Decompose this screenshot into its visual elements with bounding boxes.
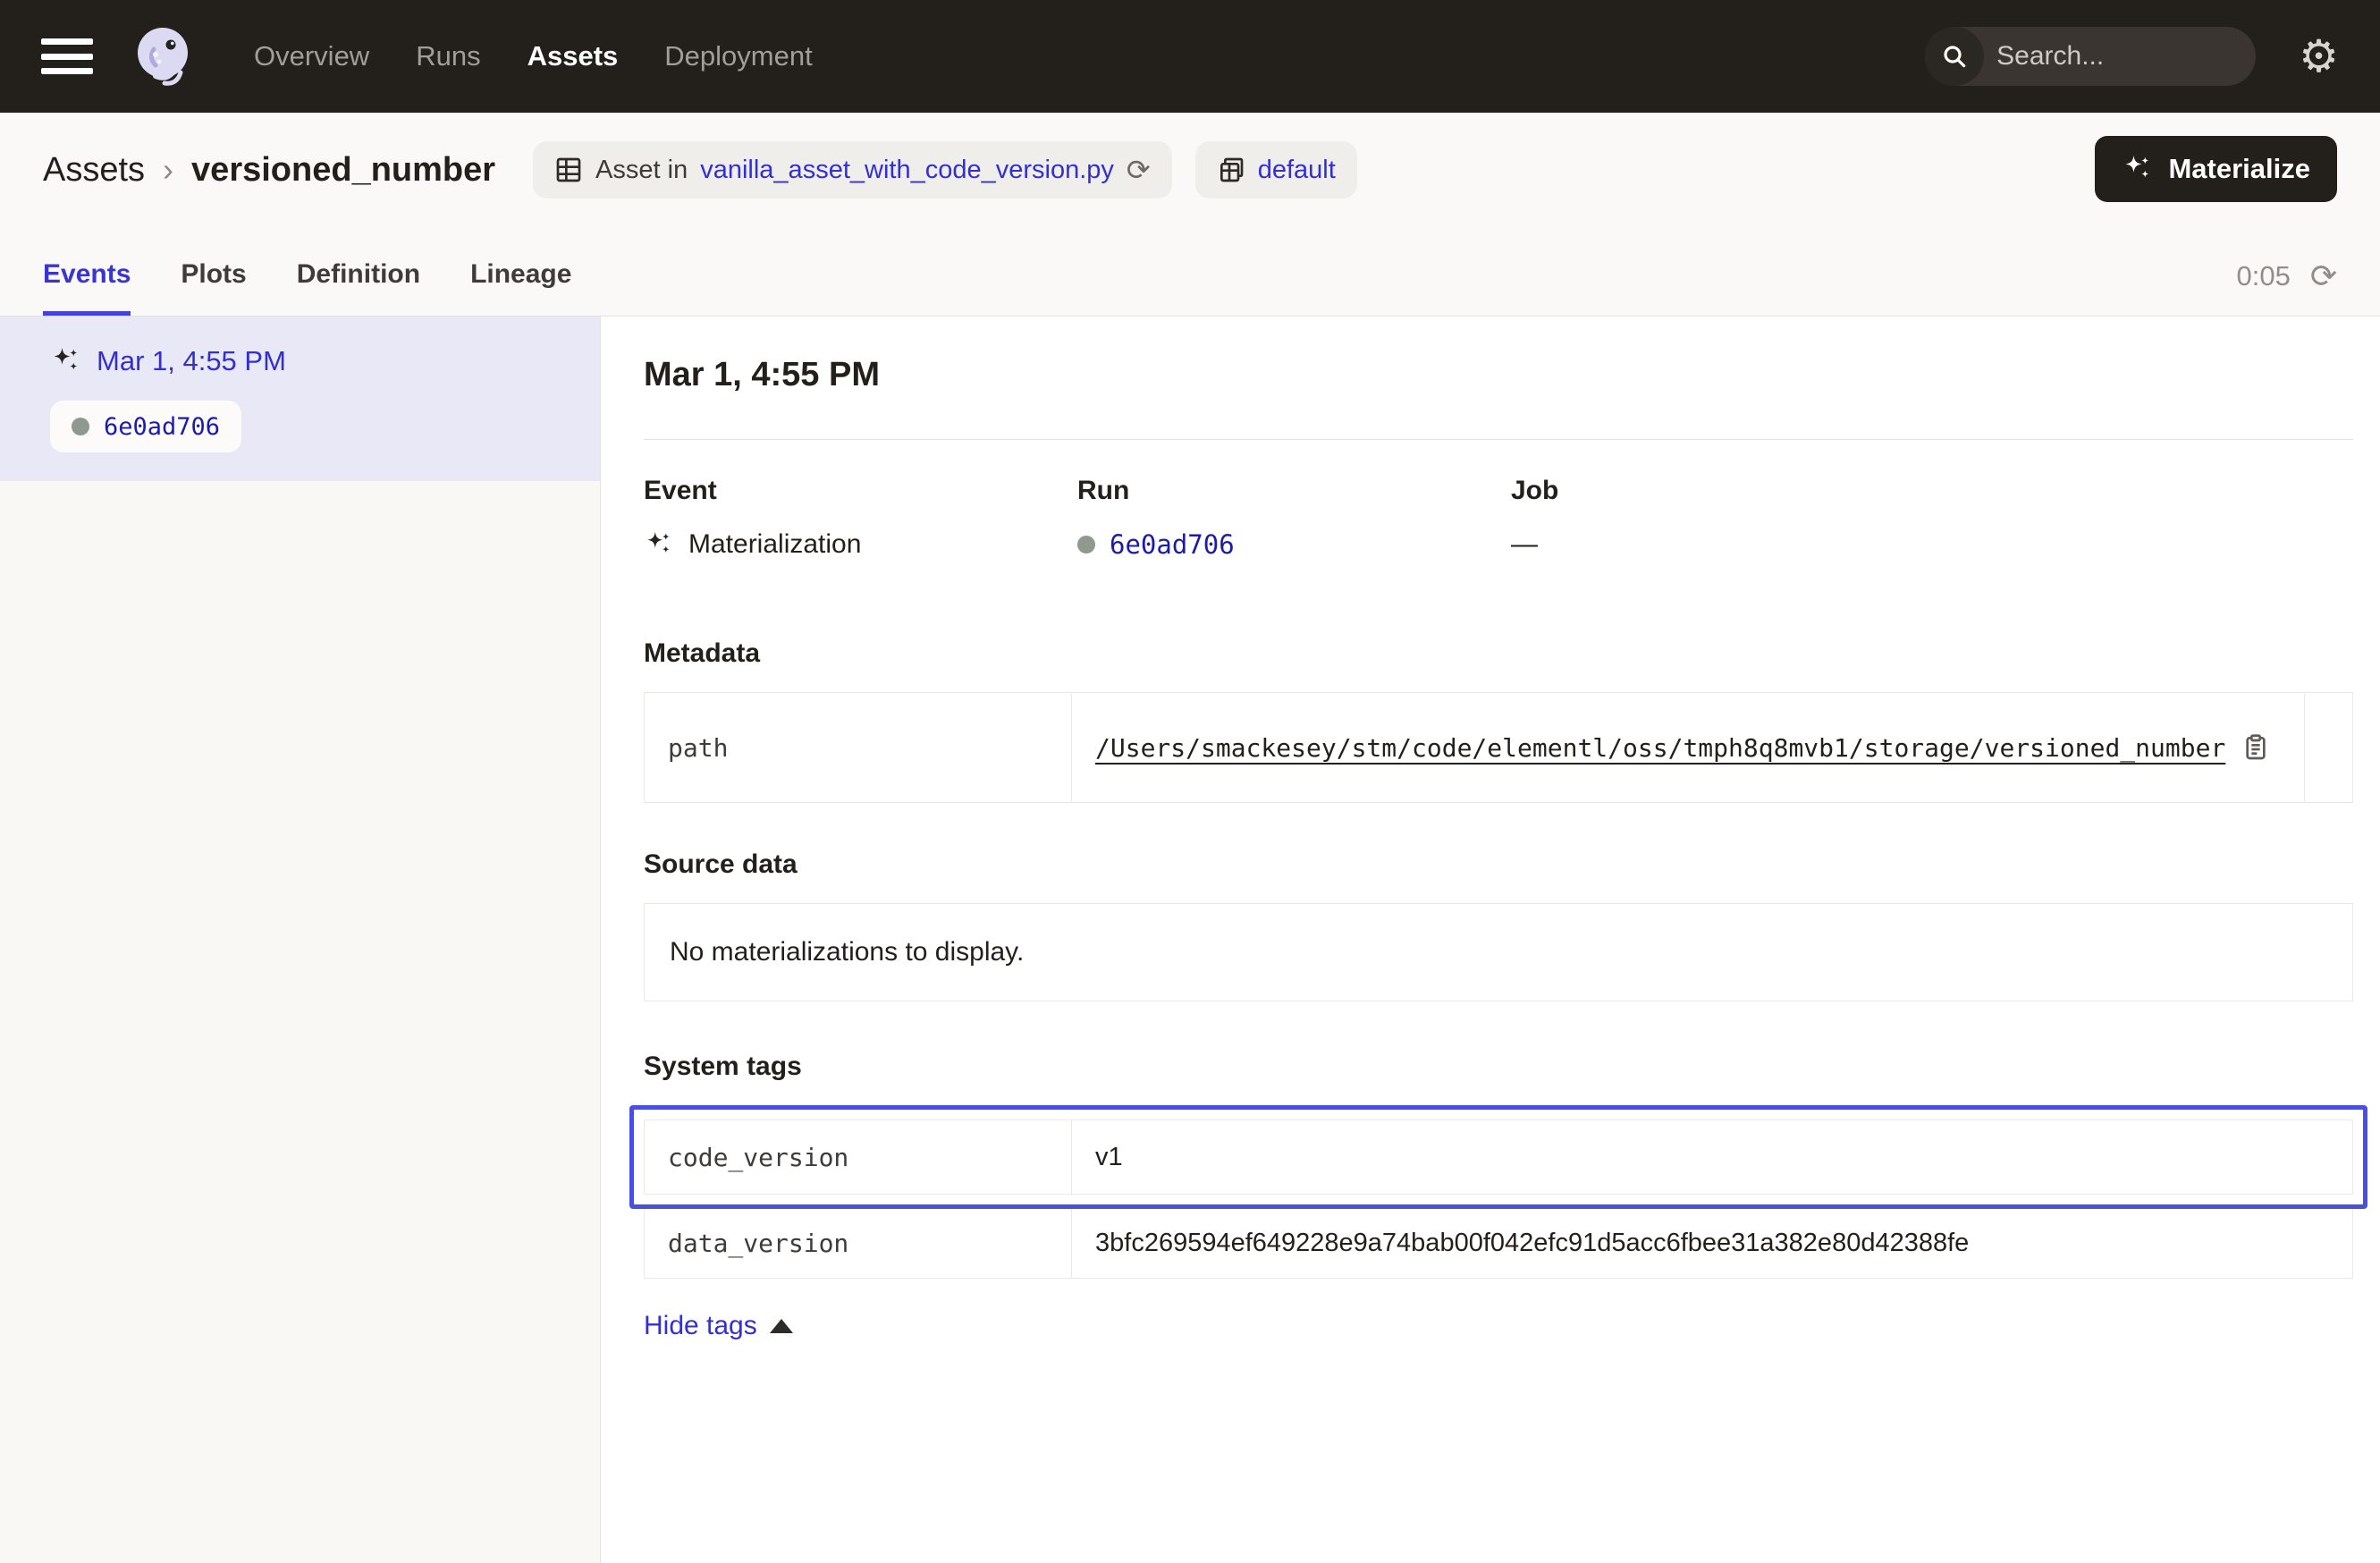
materialization-sparkle-icon xyxy=(50,345,82,377)
repo-default-link[interactable]: default xyxy=(1258,156,1336,185)
tag-key: code_version xyxy=(645,1120,1072,1194)
metadata-row-path: path /Users/smackesey/stm/code/elementl/… xyxy=(645,693,2352,802)
tag-value: v1 xyxy=(1095,1143,1123,1172)
dagster-logo[interactable] xyxy=(129,22,197,90)
source-data-title: Source data xyxy=(644,849,2353,880)
asset-grid-icon xyxy=(554,156,583,184)
materialization-sparkle-icon xyxy=(644,529,674,560)
clipboard-icon xyxy=(2241,733,2270,762)
metadata-key: path xyxy=(645,693,1072,802)
breadcrumb: Assets › versioned_number Asset in vanil… xyxy=(43,113,2337,199)
event-list-sidebar: Mar 1, 4:55 PM 6e0ad706 xyxy=(0,317,601,1563)
repository-badge: default xyxy=(1195,141,1357,199)
metadata-table: path /Users/smackesey/stm/code/elementl/… xyxy=(644,692,2353,803)
asset-in-label: Asset in xyxy=(595,156,688,185)
event-type-value: Materialization xyxy=(688,529,861,560)
run-status-dot xyxy=(1077,536,1095,553)
tab-lineage[interactable]: Lineage xyxy=(470,259,571,316)
primary-nav: Overview Runs Assets Deployment xyxy=(254,40,813,72)
hamburger-menu-icon[interactable] xyxy=(41,38,93,74)
page-title: versioned_number xyxy=(191,151,495,190)
metadata-section: Metadata path /Users/smackesey/stm/code/… xyxy=(644,638,2353,803)
event-column-label: Event xyxy=(644,476,1077,506)
run-column-label: Run xyxy=(1077,476,1511,506)
materialize-button[interactable]: Materialize xyxy=(2095,136,2337,202)
metadata-row-end-cell xyxy=(2304,693,2352,802)
copy-path-button[interactable] xyxy=(2241,733,2270,762)
tag-row-data-version: data_version 3bfc269594ef649228e9a74bab0… xyxy=(644,1209,2353,1279)
source-data-empty-message: No materializations to display. xyxy=(670,937,1024,967)
nav-item-assets[interactable]: Assets xyxy=(527,40,619,72)
settings-gear-icon[interactable]: ⚙ xyxy=(2299,34,2339,79)
tag-key: data_version xyxy=(645,1209,1072,1278)
reload-definition-icon[interactable]: ⟳ xyxy=(1127,153,1151,187)
search-icon xyxy=(1925,27,1984,86)
content-area: Mar 1, 4:55 PM 6e0ad706 Mar 1, 4:55 PM E… xyxy=(0,317,2380,1563)
system-tags-table: code_version v1 data_version 3bfc269594e… xyxy=(644,1105,2353,1279)
tag-value: 3bfc269594ef649228e9a74bab00f042efc91d5a… xyxy=(1095,1229,1969,1258)
breadcrumb-separator-icon: › xyxy=(163,151,173,189)
repo-grid-icon xyxy=(1217,156,1245,184)
nav-item-overview[interactable]: Overview xyxy=(254,40,369,72)
divider xyxy=(644,439,2353,440)
source-data-empty-state: No materializations to display. xyxy=(644,903,2353,1001)
collapse-caret-icon xyxy=(770,1319,793,1333)
asset-file-link[interactable]: vanilla_asset_with_code_version.py xyxy=(700,156,1114,185)
asset-definition-badge: Asset in vanilla_asset_with_code_version… xyxy=(533,141,1172,199)
sparkle-icon xyxy=(2122,153,2154,185)
global-search[interactable]: / xyxy=(1925,27,2256,86)
hide-tags-toggle[interactable]: Hide tags xyxy=(644,1311,793,1341)
tab-plots[interactable]: Plots xyxy=(181,259,246,316)
event-detail-heading: Mar 1, 4:55 PM xyxy=(644,356,2353,394)
tab-events[interactable]: Events xyxy=(43,259,131,316)
refresh-icon[interactable]: ⟳ xyxy=(2310,260,2337,292)
system-tags-title: System tags xyxy=(644,1052,2353,1082)
nav-item-runs[interactable]: Runs xyxy=(416,40,480,72)
code-version-highlight-box: code_version v1 xyxy=(629,1105,2367,1209)
source-data-section: Source data No materializations to displ… xyxy=(644,849,2353,1001)
run-id-link[interactable]: 6e0ad706 xyxy=(1110,529,1235,560)
search-input[interactable] xyxy=(1984,41,2256,72)
event-summary-grid: Event Materialization Run 6e0ad706 xyxy=(644,476,2353,560)
asset-tabs: Events Plots Definition Lineage xyxy=(43,259,571,316)
hide-tags-label: Hide tags xyxy=(644,1311,757,1341)
job-value: — xyxy=(1511,529,1538,560)
event-list-item[interactable]: Mar 1, 4:55 PM 6e0ad706 xyxy=(0,317,600,481)
job-column-label: Job xyxy=(1511,476,2353,506)
run-status-dot xyxy=(72,418,89,435)
metadata-path-link[interactable]: /Users/smackesey/stm/code/elementl/oss/t… xyxy=(1095,733,2225,763)
nav-item-deployment[interactable]: Deployment xyxy=(664,40,812,72)
event-timestamp-link[interactable]: Mar 1, 4:55 PM xyxy=(97,345,286,377)
metadata-title: Metadata xyxy=(644,638,2353,669)
run-id: 6e0ad706 xyxy=(104,413,220,441)
tag-row-code-version: code_version v1 xyxy=(644,1119,2353,1195)
materialize-label: Materialize xyxy=(2168,153,2310,185)
system-tags-section: System tags code_version v1 data_version… xyxy=(644,1052,2353,1341)
auto-refresh-control: 0:05 ⟳ xyxy=(2236,260,2337,292)
page-header: Assets › versioned_number Asset in vanil… xyxy=(0,113,2380,317)
tab-definition[interactable]: Definition xyxy=(297,259,420,316)
breadcrumb-assets-link[interactable]: Assets xyxy=(43,151,145,190)
event-detail-panel: Mar 1, 4:55 PM Event Materialization Run xyxy=(601,317,2380,1563)
event-run-pill[interactable]: 6e0ad706 xyxy=(50,401,241,452)
top-nav: Overview Runs Assets Deployment / ⚙ xyxy=(0,0,2380,113)
refresh-countdown: 0:05 xyxy=(2236,260,2290,292)
